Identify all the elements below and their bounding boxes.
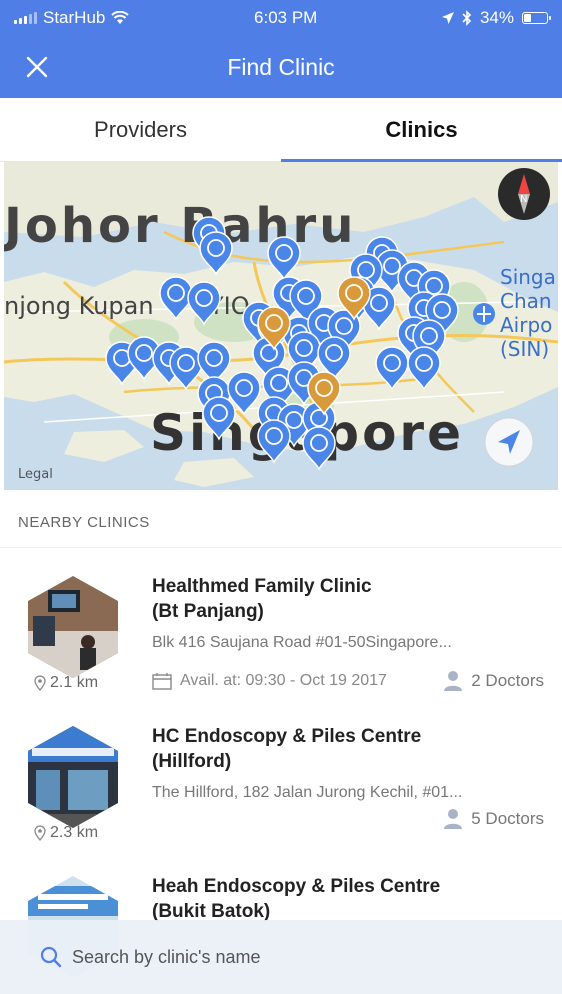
page-title: Find Clinic	[227, 53, 335, 80]
calendar-icon	[152, 673, 172, 690]
wifi-icon	[111, 11, 130, 24]
clinic-name: HC Endoscopy & Piles Centre (Hillford)	[152, 726, 422, 772]
map-label-airport-4: (SIN)	[500, 337, 549, 361]
carrier-label: StarHub	[43, 8, 106, 27]
clock: 6:03 PM	[254, 8, 318, 27]
tab-bar: Providers Clinics	[0, 98, 562, 162]
svg-text:N: N	[520, 194, 527, 205]
status-bar: StarHub 6:03 PM 34%	[0, 0, 562, 36]
bluetooth-icon	[462, 10, 472, 26]
map-legal-link[interactable]: Legal	[18, 467, 53, 482]
map-label-airport-2: Chan	[500, 289, 552, 313]
nearby-clinics-heading: NEARBY CLINICS	[0, 500, 562, 548]
nav-bar: Find Clinic	[0, 36, 562, 98]
map-label-airport-1: Singa	[500, 265, 556, 289]
close-button[interactable]	[20, 50, 54, 84]
clinic-map[interactable]: Johor Bahru njong Kupan YIO Singapore Si…	[4, 162, 558, 490]
clinic-name: Healthmed Family Clinic (Bt Panjang)	[152, 576, 372, 622]
location-pin-icon	[34, 825, 46, 841]
clinic-address: The Hillford, 182 Jalan Jurong Kechil, #…	[152, 784, 463, 801]
clinic-photo	[28, 726, 118, 828]
search-bar[interactable]: Search by clinic's name	[0, 920, 562, 994]
signal-icon	[14, 12, 37, 24]
compass-icon[interactable]: N	[498, 168, 550, 220]
location-pin-icon	[34, 675, 46, 691]
clinic-distance: 2.3 km	[34, 824, 98, 842]
close-icon	[26, 56, 48, 78]
battery-percent: 34%	[479, 8, 514, 27]
clinic-address: Blk 416 Saujana Road #01-50Singapore...	[152, 634, 452, 651]
doctor-icon	[444, 809, 463, 829]
map-label-njong-kupan: njong Kupan	[4, 292, 154, 320]
clinic-name: Heah Endoscopy & Piles Centre (Bukit Bat…	[152, 876, 441, 922]
clinic-doctors: 2 Doctors	[443, 670, 544, 692]
clinic-list-item[interactable]: 2.3 km HC Endoscopy & Piles Centre (Hill…	[0, 720, 562, 870]
clinic-list-item[interactable]: 2.1 km Healthmed Family Clinic (Bt Panja…	[0, 570, 562, 720]
battery-icon	[522, 12, 551, 24]
search-input[interactable]: Search by clinic's name	[72, 947, 261, 968]
search-icon	[40, 946, 62, 968]
locate-me-button[interactable]	[484, 417, 534, 467]
tab-clinics[interactable]: Clinics	[281, 98, 562, 162]
clinic-availability: Avail. at: 09:30 - Oct 19 2017	[152, 672, 387, 690]
map-label-airport-3: Airpo	[500, 313, 552, 337]
tab-providers[interactable]: Providers	[0, 98, 281, 161]
clinic-photo	[28, 576, 118, 678]
doctor-icon	[444, 671, 463, 691]
map-label-johor-bahru: Johor Bahru	[4, 198, 356, 254]
clinic-doctors: 5 Doctors	[443, 808, 544, 830]
location-arrow-icon	[441, 12, 454, 24]
clinic-distance: 2.1 km	[34, 674, 98, 692]
